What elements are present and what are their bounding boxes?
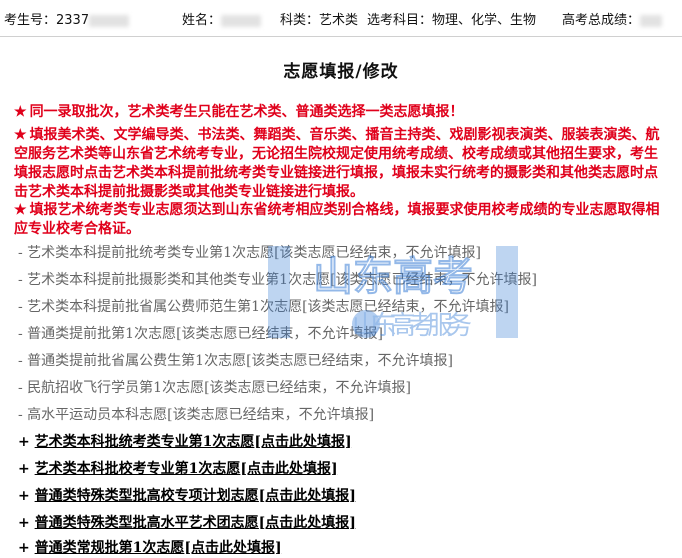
volunteer-name: 艺术类本科批统考类专业第1次志愿 bbox=[34, 434, 255, 450]
closed-volunteer-item: - 艺术类本科提前批省属公费师范生第1次志愿[该类志愿已经结束，不允许填报] bbox=[18, 299, 510, 315]
exam-number-label: 考生号： bbox=[4, 13, 57, 28]
star-icon: ★ bbox=[14, 202, 27, 218]
closed-volunteer-item: - 普通类提前批省属公费生第1次志愿[该类志愿已经结束，不允许填报] bbox=[18, 353, 454, 369]
exam-number: 考生号：2337 bbox=[4, 9, 130, 28]
volunteer-name: 艺术类本科批校考专业第1次志愿 bbox=[34, 461, 241, 477]
volunteer-link[interactable]: 普通类特殊类型批高水平艺术团志愿[点击此处填报] bbox=[35, 515, 356, 531]
subject-value: 艺术类 bbox=[319, 13, 359, 28]
volunteer-link[interactable]: 艺术类本科批校考专业第1次志愿[点击此处填报] bbox=[35, 461, 338, 477]
candidate-info-bar: 考生号：2337 姓名： 科类：艺术类 选考科目：物理、化学、生物 高考总成绩： bbox=[0, 0, 682, 37]
total-score-label: 高考总成绩： bbox=[562, 13, 641, 28]
fill-link-text: [点击此处填报] bbox=[254, 434, 352, 450]
notice-text: 填报艺术统考类专业志愿须达到山东省统考相应类别合格线，填报要求使用校考成绩的专业… bbox=[14, 202, 660, 237]
redacted-name bbox=[221, 14, 262, 27]
subject-category: 科类：艺术类 bbox=[280, 9, 358, 28]
elective-label: 选考科目： bbox=[367, 13, 433, 28]
open-volunteer-item: + 普通类特殊类型批高校专项计划志愿[点击此处填报] bbox=[18, 485, 356, 505]
closed-volunteer-item: - 艺术类本科提前批摄影类和其他类专业第1次志愿[该类志愿已经结束，不允许填报] bbox=[18, 272, 538, 288]
volunteer-link[interactable]: 普通类常规批第1次志愿[点击此处填报] bbox=[35, 540, 282, 556]
total-score: 高考总成绩： bbox=[562, 9, 663, 28]
expand-marker: + bbox=[18, 488, 35, 504]
expand-marker: + bbox=[18, 461, 35, 477]
volunteer-name: 普通类特殊类型批高校专项计划志愿 bbox=[34, 488, 259, 504]
notice-3: ★ 填报艺术统考类专业志愿须达到山东省统考相应类别合格线，填报要求使用校考成绩的专… bbox=[14, 201, 666, 239]
redacted-exam-number bbox=[89, 14, 130, 27]
candidate-name: 姓名： bbox=[182, 9, 262, 28]
expand-marker: + bbox=[18, 540, 35, 556]
fill-link-text: [点击此处填报] bbox=[258, 515, 356, 531]
notice-2: ★ 填报美术类、文学编导类、书法类、舞蹈类、音乐类、播音主持类、戏剧影视表演类、服… bbox=[14, 126, 666, 202]
closed-volunteer-item: - 普通类提前批第1次志愿[该类志愿已经结束，不允许填报] bbox=[18, 326, 384, 342]
closed-volunteer-item: - 高水平运动员本科志愿[该类志愿已经结束，不允许填报] bbox=[18, 407, 375, 423]
redacted-score bbox=[640, 14, 663, 27]
elective-subjects: 选考科目：物理、化学、生物 bbox=[367, 9, 536, 28]
watermark-bar-right bbox=[496, 246, 518, 338]
notice-text: 填报美术类、文学编导类、书法类、舞蹈类、音乐类、播音主持类、戏剧影视表演类、服装… bbox=[14, 127, 660, 200]
closed-volunteer-item: - 艺术类本科提前批统考类专业第1次志愿[该类志愿已经结束，不允许填报] bbox=[18, 245, 482, 261]
open-volunteer-item: + 普通类特殊类型批高水平艺术团志愿[点击此处填报] bbox=[18, 512, 356, 532]
volunteer-link[interactable]: 艺术类本科批统考类专业第1次志愿[点击此处填报] bbox=[35, 434, 352, 450]
exam-number-value: 2337 bbox=[56, 13, 90, 28]
elective-value: 物理、化学、生物 bbox=[432, 13, 537, 28]
expand-marker: + bbox=[18, 434, 35, 450]
open-volunteer-item: + 艺术类本科批统考类专业第1次志愿[点击此处填报] bbox=[18, 431, 352, 451]
volunteer-name: 普通类常规批第1次志愿 bbox=[34, 540, 185, 556]
notice-text: 同一录取批次，艺术类考生只能在艺术类、普通类选择一类志愿填报！ bbox=[29, 104, 464, 120]
fill-link-text: [点击此处填报] bbox=[240, 461, 338, 477]
fill-link-text: [点击此处填报] bbox=[184, 540, 282, 556]
page-title: 志愿填报/修改 bbox=[283, 62, 399, 82]
subject-label: 科类： bbox=[280, 13, 320, 28]
open-volunteer-item: + 普通类常规批第1次志愿[点击此处填报] bbox=[18, 537, 282, 557]
star-icon: ★ bbox=[14, 104, 27, 120]
name-label: 姓名： bbox=[182, 13, 222, 28]
volunteer-name: 普通类特殊类型批高水平艺术团志愿 bbox=[34, 515, 259, 531]
notice-1: ★ 同一录取批次，艺术类考生只能在艺术类、普通类选择一类志愿填报！ bbox=[14, 103, 666, 122]
expand-marker: + bbox=[18, 515, 35, 531]
closed-volunteer-item: - 民航招收飞行学员第1次志愿[该类志愿已经结束，不允许填报] bbox=[18, 380, 412, 396]
open-volunteer-item: + 艺术类本科批校考专业第1次志愿[点击此处填报] bbox=[18, 458, 338, 478]
star-icon: ★ bbox=[14, 127, 27, 143]
fill-link-text: [点击此处填报] bbox=[258, 488, 356, 504]
volunteer-link[interactable]: 普通类特殊类型批高校专项计划志愿[点击此处填报] bbox=[35, 488, 356, 504]
